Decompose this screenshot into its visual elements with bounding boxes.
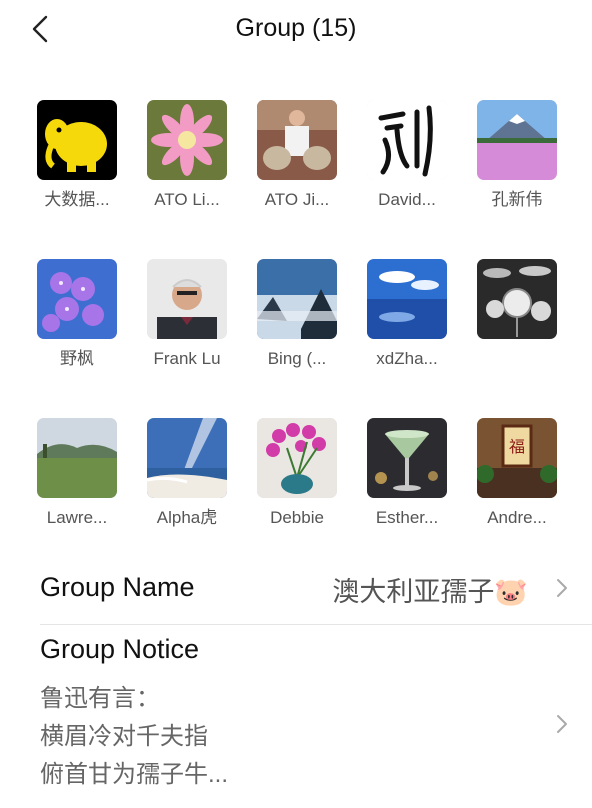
member-item[interactable]: Alpha虎 <box>132 418 242 529</box>
member-avatar <box>147 418 227 498</box>
group-notice-line: 鲁迅有言： <box>40 685 160 712</box>
member-item[interactable]: 大数据... <box>22 100 132 211</box>
member-name: Bing (... <box>267 349 327 368</box>
member-avatar <box>477 100 557 180</box>
group-notice-row[interactable]: Group Notice 鲁迅有言： 横眉冷对千夫指 俯首甘为孺子牛... <box>0 628 592 808</box>
member-row: 大数据... ATO Li... ATO Ji... David... 孔新伟 <box>22 100 582 259</box>
member-avatar <box>37 259 117 339</box>
member-avatar <box>257 100 337 180</box>
member-name: ATO Ji... <box>264 190 330 209</box>
member-row: Lawre... Alpha虎 Debbie Esther... 福 Andre… <box>22 418 582 577</box>
member-item[interactable]: 福 Andre... <box>462 418 572 529</box>
svg-text:福: 福 <box>509 437 525 456</box>
member-avatar <box>367 418 447 498</box>
group-notice-line: 俯首甘为孺子牛... <box>40 761 229 788</box>
member-avatar <box>257 259 337 339</box>
member-name: Debbie <box>270 508 324 527</box>
page-title: Group (15) <box>235 14 357 42</box>
member-name: Lawre... <box>46 508 108 527</box>
member-avatar <box>477 259 557 339</box>
member-item[interactable]: ATO Ji... <box>242 100 352 211</box>
member-item[interactable]: Debbie <box>242 418 352 529</box>
group-notice-line: 横眉冷对千夫指 <box>40 723 208 750</box>
member-item[interactable]: xdZha... <box>352 259 462 370</box>
member-name: Frank Lu <box>153 349 221 368</box>
group-name-row[interactable]: Group Name 澳大利亚孺子🐷 <box>0 560 592 618</box>
member-item[interactable]: Lawre... <box>22 418 132 529</box>
group-name-label: Group Name <box>40 572 195 602</box>
member-avatar <box>37 100 117 180</box>
member-name: Alpha虎 <box>156 508 218 527</box>
group-notice-label: Group Notice <box>40 634 200 664</box>
member-item[interactable] <box>462 259 572 370</box>
member-name: David... <box>378 190 436 209</box>
member-avatar <box>147 259 227 339</box>
member-name: 野枫 <box>60 349 94 368</box>
member-item[interactable]: Esther... <box>352 418 462 529</box>
member-item[interactable]: Frank Lu <box>132 259 242 370</box>
member-item[interactable]: Bing (... <box>242 259 352 370</box>
member-name <box>462 348 572 370</box>
member-item[interactable]: David... <box>352 100 462 211</box>
member-name: ATO Li... <box>154 190 220 209</box>
chevron-right-icon <box>557 579 567 597</box>
member-avatar <box>257 418 337 498</box>
member-avatar <box>147 100 227 180</box>
member-avatar <box>367 100 447 180</box>
member-row: 野枫 Frank Lu Bing (... xdZha... <box>22 259 582 418</box>
header-bar: Group (15) <box>0 0 592 60</box>
member-name: 孔新伟 <box>491 190 543 209</box>
member-item[interactable]: ATO Li... <box>132 100 242 211</box>
member-item[interactable]: 孔新伟 <box>462 100 572 211</box>
chevron-right-icon <box>557 715 567 733</box>
member-avatar <box>37 418 117 498</box>
member-item[interactable]: 野枫 <box>22 259 132 370</box>
divider <box>40 624 592 625</box>
member-name: 大数据... <box>44 190 110 209</box>
group-name-value: 澳大利亚孺子🐷 <box>332 577 528 607</box>
member-name: Andre... <box>487 508 547 527</box>
member-avatar <box>367 259 447 339</box>
member-avatar: 福 <box>477 418 557 498</box>
member-name: xdZha... <box>376 349 438 368</box>
member-name: Esther... <box>375 508 439 527</box>
member-grid: 大数据... ATO Li... ATO Ji... David... 孔新伟 … <box>22 100 582 577</box>
